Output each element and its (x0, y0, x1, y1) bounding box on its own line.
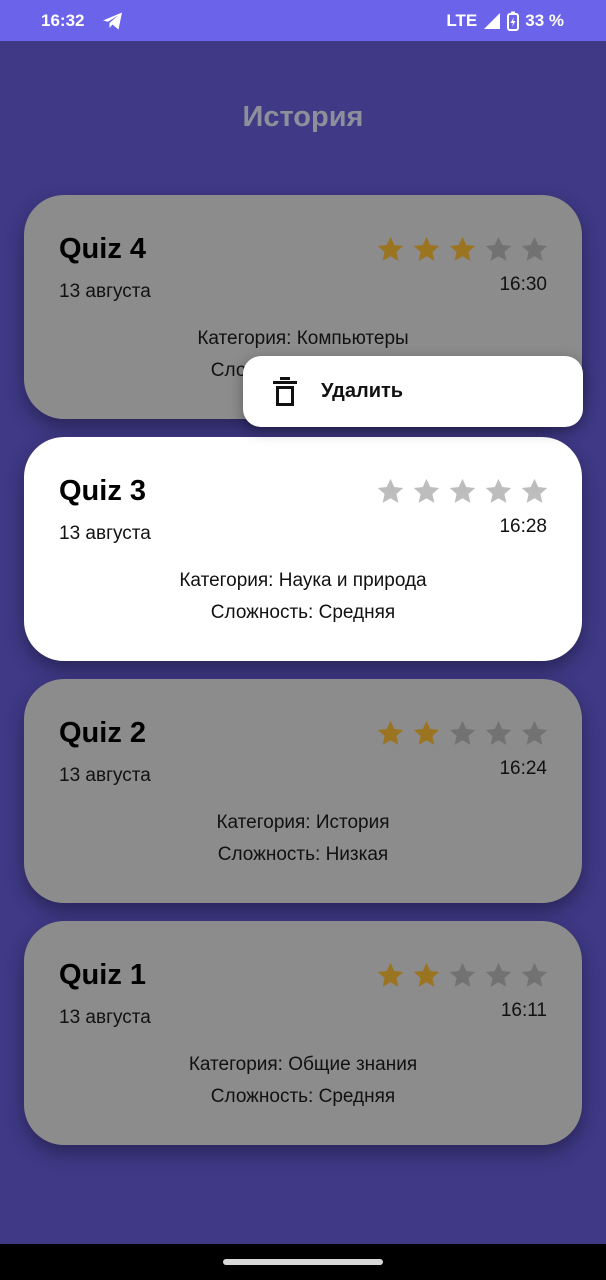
quiz-card[interactable]: Quiz 1 13 августа 16:11 Категория: Общие… (24, 921, 582, 1145)
star-filled-icon (377, 236, 404, 261)
star-empty-icon (485, 962, 512, 987)
history-screen: История Quiz 4 13 августа 16:30 Категори… (0, 41, 606, 1244)
trash-icon (273, 377, 297, 406)
quiz-time: 16:30 (499, 274, 547, 295)
quiz-difficulty: Сложность: Средняя (210, 1086, 396, 1107)
page-title: История (242, 101, 364, 133)
quiz-category: Категория: Компьютеры (197, 328, 409, 349)
star-empty-icon (521, 720, 548, 745)
quiz-date: 13 августа (59, 281, 151, 302)
star-rating (376, 719, 549, 748)
quiz-difficulty: Сложность: Низкая (217, 844, 389, 865)
status-indicators: LTE 33 % (446, 11, 564, 31)
status-time: 16:32 (41, 11, 85, 30)
network-type: LTE (446, 11, 478, 30)
quiz-difficulty: Сложность: Средняя (210, 602, 396, 623)
star-filled-icon (377, 962, 404, 987)
quiz-date: 13 августа (59, 523, 151, 544)
star-filled-icon (413, 720, 440, 745)
star-empty-icon (449, 478, 476, 503)
star-empty-icon (449, 720, 476, 745)
star-rating (376, 477, 549, 506)
signal-icon (484, 13, 501, 29)
quiz-time: 16:24 (499, 758, 547, 779)
home-indicator[interactable] (223, 1259, 383, 1265)
quiz-date: 13 августа (59, 765, 151, 786)
quiz-category: Категория: Общие знания (188, 1054, 418, 1075)
delete-menu-item[interactable]: Удалить (243, 356, 583, 427)
quiz-card[interactable]: Quiz 2 13 августа 16:24 Категория: Истор… (24, 679, 582, 903)
star-empty-icon (521, 236, 548, 261)
star-empty-icon (413, 478, 440, 503)
star-empty-icon (485, 236, 512, 261)
star-filled-icon (449, 236, 476, 261)
navigation-bar (0, 1244, 606, 1280)
quiz-time: 16:11 (500, 1000, 547, 1021)
star-empty-icon (485, 720, 512, 745)
star-filled-icon (413, 962, 440, 987)
quiz-title: Quiz 4 (59, 233, 147, 265)
quiz-title: Quiz 2 (59, 717, 147, 749)
star-empty-icon (521, 478, 548, 503)
quiz-time: 16:28 (499, 516, 547, 537)
star-filled-icon (377, 720, 404, 745)
status-bar: 16:32 LTE 33 % (0, 0, 606, 41)
quiz-title: Quiz 3 (59, 475, 147, 507)
battery-percent: 33 % (525, 11, 564, 30)
star-empty-icon (485, 478, 512, 503)
star-filled-icon (413, 236, 440, 261)
star-empty-icon (521, 962, 548, 987)
star-rating (376, 235, 549, 264)
battery-icon (507, 11, 520, 31)
quiz-category: Категория: Наука и природа (179, 570, 427, 591)
quiz-title: Quiz 1 (59, 959, 147, 991)
delete-label: Удалить (321, 380, 404, 402)
context-menu: Удалить (243, 356, 583, 427)
star-empty-icon (377, 478, 404, 503)
telegram-icon (103, 12, 122, 30)
quiz-card-selected[interactable]: Quiz 3 13 августа 16:28 Категория: Наука… (24, 437, 582, 661)
star-empty-icon (449, 962, 476, 987)
quiz-category: Категория: История (216, 812, 390, 833)
quiz-date: 13 августа (59, 1007, 151, 1028)
star-rating (376, 961, 549, 990)
